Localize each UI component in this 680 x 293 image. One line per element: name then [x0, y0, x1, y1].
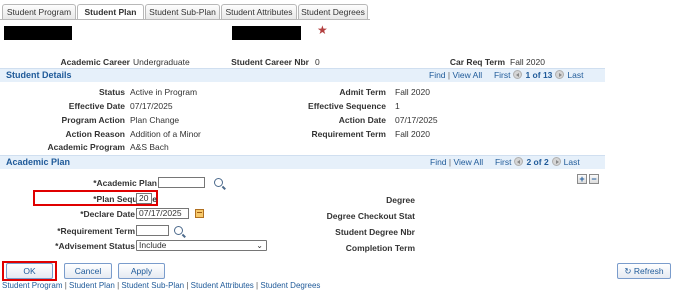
academic-plan-lookup-icon[interactable] [214, 178, 223, 187]
plan-sequence-input[interactable]: 20 [136, 193, 152, 204]
admit-term-value: Fall 2020 [395, 87, 430, 97]
academic-plan-nav: Find | View All First 2 of 2 Last [430, 157, 580, 167]
requirement-term-value: Fall 2020 [395, 129, 430, 139]
link-student-degrees[interactable]: Student Degrees [260, 281, 320, 290]
academic-plan-input[interactable] [158, 177, 205, 188]
apply-button[interactable]: Apply [118, 263, 165, 279]
link-student-sub-plan[interactable]: Student Sub-Plan [121, 281, 184, 290]
find-link[interactable]: Find [430, 157, 447, 167]
completion-term-label: Completion Term [345, 243, 415, 253]
advisement-status-value: Include [139, 240, 167, 250]
link-separator: | [256, 281, 259, 290]
action-reason-label: Action Reason [65, 129, 125, 139]
link-separator: | [64, 281, 67, 290]
requirement-term-lookup-icon[interactable] [174, 226, 183, 235]
previous-icon[interactable] [514, 157, 524, 167]
tab-student-degrees[interactable]: Student Degrees [298, 4, 368, 19]
calendar-icon[interactable] [195, 209, 204, 218]
delete-row-button[interactable]: − [589, 174, 599, 184]
last-label: Last [563, 157, 580, 167]
row-count: 2 of 2 [526, 157, 549, 167]
link-separator: | [117, 281, 120, 290]
first-label: First [493, 70, 511, 80]
requirement-term-input[interactable] [136, 225, 169, 236]
link-student-plan[interactable]: Student Plan [69, 281, 115, 290]
academic-plan-title: Academic Plan [6, 157, 71, 167]
last-label: Last [567, 70, 584, 80]
degree-label: Degree [386, 195, 415, 205]
action-date-label: Action Date [338, 115, 386, 125]
program-action-label: Program Action [61, 115, 125, 125]
car-req-term-value: Fall 2020 [510, 57, 545, 67]
nav-separator: | [448, 157, 452, 167]
chevron-down-icon: ⌄ [256, 241, 263, 250]
refresh-label: Refresh [633, 266, 664, 276]
tab-student-sub-plan[interactable]: Student Sub-Plan [145, 4, 220, 19]
link-student-program[interactable]: Student Program [2, 281, 62, 290]
redacted-student-id [4, 26, 72, 40]
degree-checkout-stat-label: Degree Checkout Stat [326, 211, 415, 221]
bottom-navigation: Student Program | Student Plan | Student… [2, 281, 320, 290]
action-date-value: 07/17/2025 [395, 115, 438, 125]
next-icon[interactable] [555, 70, 565, 80]
row-count: 1 of 13 [525, 70, 553, 80]
student-details-nav: Find | View All First 1 of 13 Last [429, 70, 583, 80]
link-student-attributes[interactable]: Student Attributes [191, 281, 254, 290]
student-career-nbr-label: Student Career Nbr [231, 57, 309, 67]
academic-career-value: Undergraduate [133, 57, 190, 67]
refresh-icon: ↻ [624, 266, 632, 276]
required-star-icon: ★ [317, 23, 328, 37]
refresh-button[interactable]: ↻ Refresh [617, 263, 671, 279]
effective-date-label: Effective Date [68, 101, 125, 111]
find-link[interactable]: Find [429, 70, 446, 80]
tab-divider [0, 19, 370, 20]
academic-plan-label: *Academic Plan [93, 178, 157, 188]
tab-student-plan[interactable]: Student Plan [77, 4, 144, 20]
student-degree-nbr-label: Student Degree Nbr [335, 227, 415, 237]
advisement-status-select[interactable]: Include ⌄ [136, 240, 267, 251]
effective-sequence-label: Effective Sequence [308, 101, 386, 111]
next-icon[interactable] [551, 157, 561, 167]
cancel-button[interactable]: Cancel [64, 263, 112, 279]
status-label: Status [99, 87, 125, 97]
academic-career-label: Academic Career [60, 57, 130, 67]
academic-program-value: A&S Bach [130, 142, 169, 152]
view-all-link[interactable]: View All [454, 157, 484, 167]
redacted-student-name [232, 26, 301, 40]
previous-icon[interactable] [513, 70, 523, 80]
tab-student-attributes[interactable]: Student Attributes [221, 4, 297, 19]
effective-sequence-value: 1 [395, 101, 400, 111]
declare-date-input[interactable]: 07/17/2025 [136, 208, 189, 219]
tab-student-program[interactable]: Student Program [2, 4, 76, 19]
first-label: First [494, 157, 512, 167]
requirement-term-label: Requirement Term [311, 129, 386, 139]
ok-button[interactable]: OK [6, 263, 53, 279]
effective-date-value: 07/17/2025 [130, 101, 173, 111]
advisement-status-label: *Advisement Status [55, 241, 135, 251]
nav-separator: | [447, 70, 451, 80]
student-career-nbr-value: 0 [315, 57, 320, 67]
status-value: Active in Program [130, 87, 198, 97]
action-reason-value: Addition of a Minor [130, 129, 201, 139]
link-separator: | [186, 281, 189, 290]
view-all-link[interactable]: View All [453, 70, 483, 80]
requirement-term-field-label: *Requirement Term [57, 226, 135, 236]
program-action-value: Plan Change [130, 115, 180, 125]
car-req-term-label: Car Req Term [449, 57, 505, 67]
academic-program-label: Academic Program [47, 142, 125, 152]
admit-term-label: Admit Term [339, 87, 386, 97]
declare-date-label: *Declare Date [80, 209, 135, 219]
student-details-title: Student Details [6, 70, 72, 80]
add-row-button[interactable]: + [577, 174, 587, 184]
